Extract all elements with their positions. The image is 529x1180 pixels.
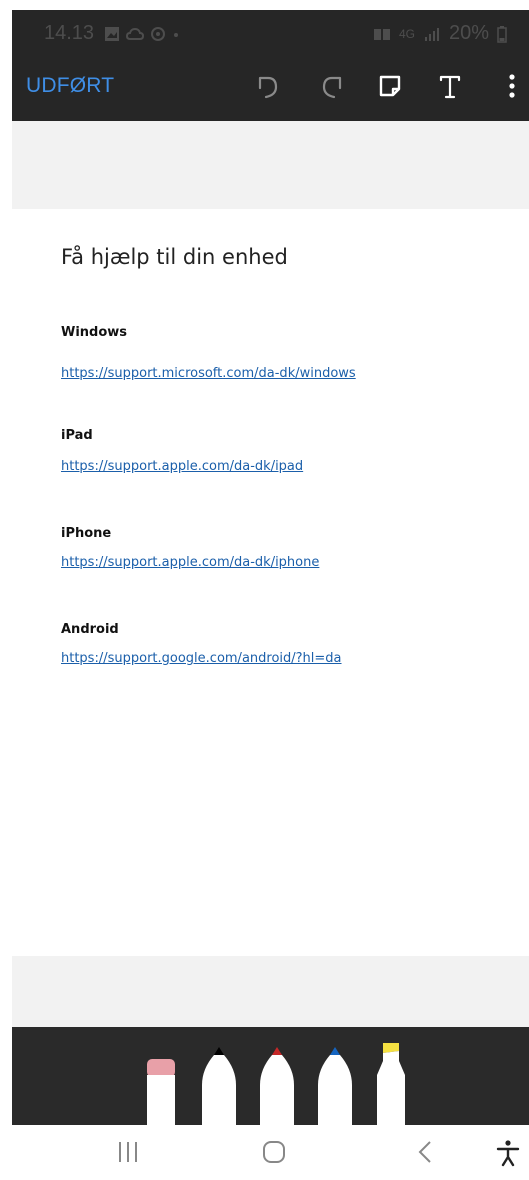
- document-heading: Få hjælp til din enhed: [61, 245, 288, 269]
- section-title-ipad: iPad: [61, 428, 93, 443]
- dot-icon: [174, 32, 179, 37]
- section-title-iphone: iPhone: [61, 526, 112, 541]
- accessibility-icon[interactable]: [495, 1139, 521, 1167]
- status-time: 14.13: [44, 22, 95, 44]
- crop-border-top: [0, 0, 529, 10]
- undo-icon[interactable]: [250, 69, 284, 103]
- annotation-toolbar: UDFØRT: [12, 55, 529, 121]
- link-ipad[interactable]: https://support.apple.com/da-dk/ipad: [61, 459, 303, 474]
- pen-red-tool[interactable]: [260, 1045, 294, 1125]
- image-icon: [105, 26, 120, 41]
- section-title-android: Android: [61, 622, 119, 637]
- home-icon[interactable]: [261, 1139, 287, 1165]
- notification-icons: [104, 26, 180, 42]
- system-nav-bar: [12, 1125, 529, 1180]
- status-left: 14.13: [44, 22, 180, 45]
- sticky-note-icon[interactable]: [373, 69, 407, 103]
- document-page: Få hjælp til din enhed Windows https://s…: [12, 209, 529, 956]
- redo-icon[interactable]: [316, 69, 350, 103]
- battery-icon: [497, 25, 507, 43]
- link-iphone[interactable]: https://support.apple.com/da-dk/iphone: [61, 555, 319, 570]
- pen-blue-tool[interactable]: [318, 1045, 352, 1125]
- signal-extra-icon: [373, 28, 390, 40]
- section-title-windows: Windows: [61, 325, 128, 340]
- done-button[interactable]: UDFØRT: [26, 74, 114, 98]
- network-type: 4G: [398, 26, 415, 41]
- crop-border-left: [0, 10, 12, 1180]
- status-bar: 14.13 4G 20%: [12, 10, 529, 55]
- link-android[interactable]: https://support.google.com/android/?hl=d…: [61, 651, 342, 666]
- page-gap-top: [12, 121, 529, 209]
- pen-black-tool[interactable]: [202, 1045, 236, 1125]
- more-icon[interactable]: [495, 69, 529, 103]
- back-icon[interactable]: [416, 1139, 434, 1165]
- battery-percent: 20%: [448, 22, 489, 44]
- highlighter-yellow-tool[interactable]: [375, 1041, 407, 1125]
- link-windows[interactable]: https://support.microsoft.com/da-dk/wind…: [61, 366, 356, 381]
- signal-icon: [424, 27, 439, 41]
- page-gap-bottom: [12, 956, 529, 1027]
- circle-icon: [151, 26, 166, 41]
- eraser-tool[interactable]: [145, 1057, 177, 1125]
- recent-apps-icon[interactable]: [116, 1139, 140, 1165]
- text-icon[interactable]: [433, 69, 467, 103]
- status-right: 4G 20%: [373, 22, 507, 45]
- cloud-icon: [126, 27, 145, 40]
- pen-tray: [12, 1027, 529, 1125]
